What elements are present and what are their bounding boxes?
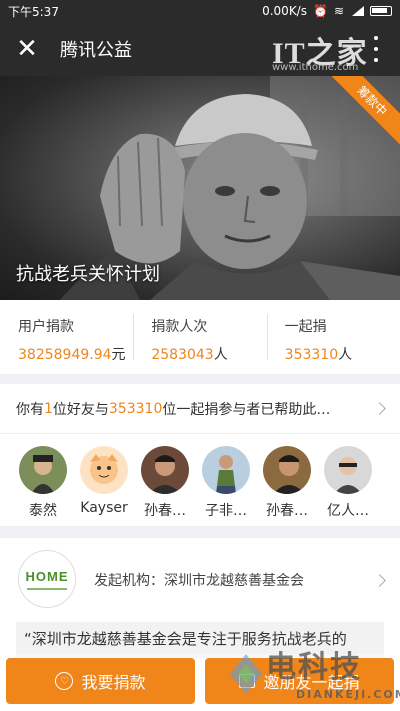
status-bar: 下午5:37 0.00K/s ⏰ ≋ (0, 0, 400, 22)
avatar-name: 子非… (205, 503, 247, 519)
avatar-name: 孙春… (266, 503, 308, 519)
list-item[interactable]: 亿人… (323, 446, 373, 520)
stat-user-donation: 用户捐款 38258949.94元 (0, 300, 133, 374)
avatar (324, 446, 372, 494)
stat-unit: 人 (213, 347, 228, 363)
wifi-icon: ≋ (333, 4, 344, 18)
stat-group-donation: 一起捐 353310人 (266, 300, 400, 374)
alarm-icon: ⏰ (312, 4, 328, 18)
avatar-name: Kayser (80, 500, 128, 516)
avatar-name: 孙春… (144, 503, 186, 519)
status-time: 下午5:37 (8, 4, 59, 19)
organization-name: 发起机构：深圳市龙越慈善基金会 (94, 573, 304, 589)
invite-friends-button[interactable]: 邀朋友一起捐 (205, 658, 394, 704)
stat-value: 2583043 (151, 347, 214, 363)
avatar (263, 446, 311, 494)
chevron-right-icon (373, 574, 386, 587)
friends-summary-row[interactable]: 你有 1 位好友与 353310 位一起捐参与者已帮助此… (0, 384, 400, 434)
logo-text: HOME (25, 568, 69, 584)
stat-label: 一起捐 (284, 319, 327, 335)
battery-icon (370, 6, 392, 16)
project-title: 抗战老兵关怀计划 (16, 264, 160, 285)
list-item[interactable]: 孙春… (262, 446, 312, 520)
organization-description: “深圳市龙越慈善基金会是专注于服务抗战老兵的 (16, 622, 384, 658)
stat-unit: 人 (338, 347, 353, 363)
stat-donation-count: 捐款人次 2583043人 (133, 300, 266, 374)
avatar (141, 446, 189, 494)
stat-unit: 元 (111, 347, 126, 363)
friends-section: 你有 1 位好友与 353310 位一起捐参与者已帮助此… 泰然 Kayser … (0, 384, 400, 526)
stat-label: 捐款人次 (151, 319, 208, 335)
avatar (80, 446, 128, 494)
list-item[interactable]: 子非… (201, 446, 251, 520)
donate-button[interactable]: ♡ 我要捐款 (6, 658, 195, 704)
avatar-name: 泰然 (29, 503, 57, 519)
net-speed: 0.00K/s (262, 4, 307, 18)
signal-icon (350, 6, 364, 16)
stat-label: 用户捐款 (18, 319, 74, 335)
list-item[interactable]: 泰然 (18, 446, 68, 520)
watermark-url: www.ithome.com (272, 62, 359, 73)
organization-logo: HOME (18, 550, 76, 608)
avatar-name: 亿人… (327, 503, 369, 519)
list-item[interactable]: Kayser (79, 446, 129, 520)
avatar (19, 446, 67, 494)
more-menu-icon[interactable] (366, 36, 386, 62)
page-title: 腾讯公益 (60, 40, 132, 61)
chevron-right-icon (373, 402, 386, 415)
invite-icon (239, 674, 256, 688)
title-bar: ✕ 腾讯公益 IT之家 www.ithome.com (0, 22, 400, 76)
list-item[interactable]: 孙春… (140, 446, 190, 520)
participant-count: 353310 (108, 400, 163, 417)
stat-value: 38258949.94 (18, 347, 112, 363)
friend-count: 1 (44, 400, 53, 417)
stat-value: 353310 (284, 347, 339, 363)
donation-stats: 用户捐款 38258949.94元 捐款人次 2583043人 一起捐 3533… (0, 300, 400, 374)
close-icon[interactable]: ✕ (0, 22, 54, 76)
hero-banner[interactable]: 筹款中 抗战老兵关怀计划 (0, 76, 400, 300)
avatar (202, 446, 250, 494)
action-bar: ♡ 我要捐款 邀朋友一起捐 (0, 654, 400, 711)
avatar-list: 泰然 Kayser 孙春… 子非… 孙春… 亿人… (0, 434, 400, 520)
heart-icon: ♡ (55, 672, 74, 690)
